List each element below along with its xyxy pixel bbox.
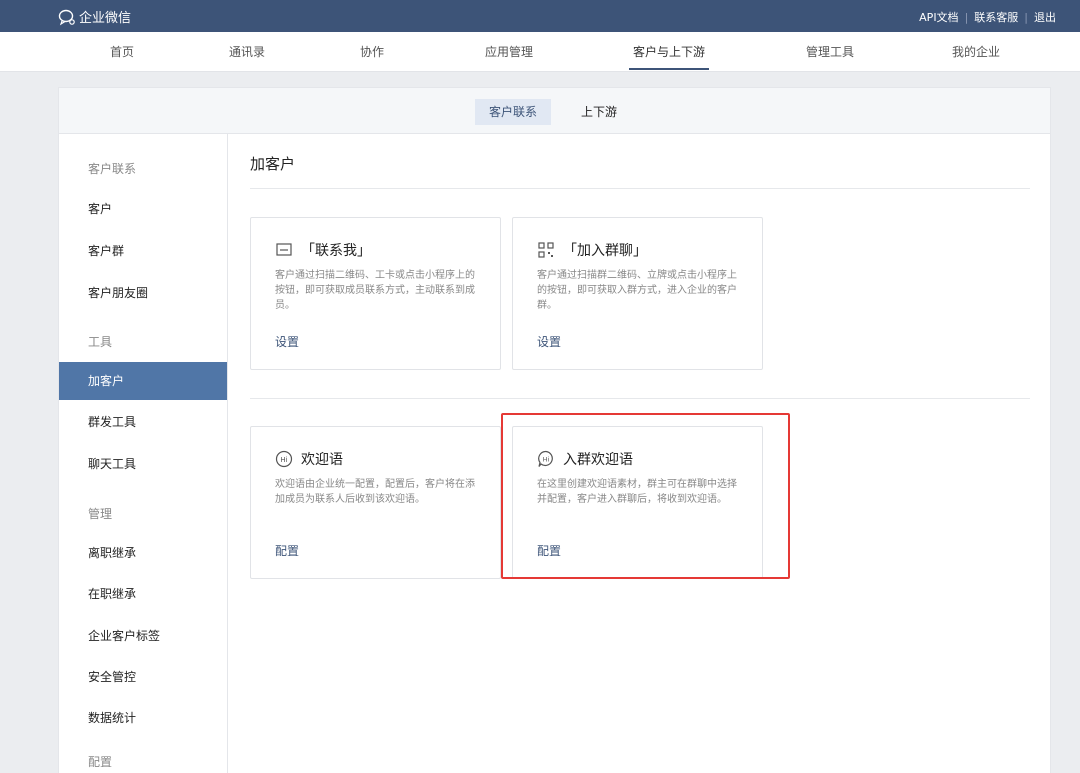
tab-upstream-downstream[interactable]: 上下游	[567, 99, 631, 125]
card-title: 「加入群聊」	[563, 243, 647, 259]
separator: |	[1024, 10, 1028, 24]
sidebar-item-customers[interactable]: 客户	[59, 190, 227, 228]
card-contact-me: 「联系我」 客户通过扫描二维码、工卡或点击小程序上的按钮，即可获取成员联系方式，…	[250, 217, 501, 370]
card-description: 欢迎语由企业统一配置，配置后，客户将在添加成员为联系人后收到该欢迎语。	[275, 479, 475, 505]
card-join-group: 「加入群聊」 客户通过扫描群二维码、立牌或点击小程序上的按钮，即可获取入群方式，…	[512, 217, 763, 370]
main-panel: 客户联系 上下游 客户联系 客户 客户群 客户朋友圈 工具 加客户 群发工具 聊…	[58, 87, 1051, 773]
card-group-welcome-message: Hi 入群欢迎语 在这里创建欢迎语素材，群主可在群聊中选择并配置，客户进入群聊后…	[512, 426, 763, 579]
card-title: 「联系我」	[301, 243, 371, 259]
configure-link[interactable]: 配置	[537, 542, 561, 559]
qrcode-icon	[538, 242, 554, 258]
nav-customers-upstream[interactable]: 客户与上下游	[619, 43, 719, 70]
api-docs-link[interactable]: API文档	[919, 9, 958, 25]
nav-collaboration[interactable]: 协作	[322, 43, 422, 60]
nav-management-tools[interactable]: 管理工具	[780, 43, 880, 60]
sidebar: 客户联系 客户 客户群 客户朋友圈 工具 加客户 群发工具 聊天工具 管理 离职…	[59, 134, 228, 773]
svg-text:Hi: Hi	[280, 456, 287, 464]
top-bar: 企业微信 API文档 | 联系客服 | 退出	[0, 0, 1080, 32]
sidebar-item-resigned-inheritance[interactable]: 离职继承	[59, 534, 227, 572]
brand-name: 企业微信	[79, 11, 132, 26]
sidebar-item-chat-tools[interactable]: 聊天工具	[59, 445, 227, 483]
card-title: 欢迎语	[301, 452, 343, 468]
logout-link[interactable]: 退出	[1034, 9, 1056, 25]
settings-link[interactable]: 设置	[275, 333, 299, 350]
sidebar-item-customer-tags[interactable]: 企业客户标签	[59, 617, 227, 655]
configure-link[interactable]: 配置	[275, 542, 299, 559]
tab-customer-contact[interactable]: 客户联系	[475, 99, 552, 125]
page-title: 加客户	[250, 155, 296, 173]
svg-text:Hi: Hi	[543, 456, 550, 464]
main-nav: 首页 通讯录 协作 应用管理 客户与上下游 管理工具 我的企业	[0, 32, 1080, 72]
brand-logo[interactable]: 企业微信	[58, 7, 131, 26]
card-header: Hi 入群欢迎语	[537, 449, 633, 469]
card-header: 「联系我」	[275, 240, 371, 260]
hi-icon: Hi	[275, 450, 293, 468]
divider	[250, 398, 1030, 399]
contact-support-link[interactable]: 联系客服	[974, 9, 1018, 25]
divider	[250, 188, 1030, 189]
card-description: 客户通过扫描二维码、工卡或点击小程序上的按钮，即可获取成员联系方式，主动联系到成…	[275, 270, 475, 311]
sub-tabs: 客户联系 上下游	[59, 88, 1050, 134]
card-description: 在这里创建欢迎语素材，群主可在群聊中选择并配置，客户进入群聊后，将收到欢迎语。	[537, 479, 737, 505]
nav-home[interactable]: 首页	[72, 43, 172, 60]
message-icon	[276, 243, 292, 256]
card-header: 「加入群聊」	[537, 240, 647, 260]
sidebar-heading-customer-contact: 客户联系	[88, 162, 137, 176]
card-welcome-message: Hi 欢迎语 欢迎语由企业统一配置，配置后，客户将在添加成员为联系人后收到该欢迎…	[250, 426, 501, 579]
settings-link[interactable]: 设置	[537, 333, 561, 350]
content-area: 加客户 「联系我」 客户通过扫描二维码、工卡或点击小程序上的按钮，即可获取成员联…	[229, 134, 1049, 773]
sidebar-heading-config: 配置	[88, 755, 113, 769]
sidebar-item-security[interactable]: 安全管控	[59, 658, 227, 696]
sidebar-item-customer-groups[interactable]: 客户群	[59, 232, 227, 270]
sidebar-item-mass-send[interactable]: 群发工具	[59, 403, 227, 441]
sidebar-heading-management: 管理	[88, 507, 113, 521]
card-header: Hi 欢迎语	[275, 449, 343, 469]
sidebar-item-statistics[interactable]: 数据统计	[59, 699, 227, 737]
sidebar-item-onjob-inheritance[interactable]: 在职继承	[59, 575, 227, 613]
nav-app-management[interactable]: 应用管理	[459, 43, 559, 60]
wecom-logo-icon	[58, 9, 75, 25]
nav-my-company[interactable]: 我的企业	[926, 43, 1026, 60]
card-title: 入群欢迎语	[563, 452, 633, 468]
card-description: 客户通过扫描群二维码、立牌或点击小程序上的按钮，即可获取入群方式，进入企业的客户…	[537, 270, 737, 311]
hi-chat-icon: Hi	[538, 450, 553, 467]
separator: |	[964, 10, 969, 24]
sidebar-item-moments[interactable]: 客户朋友圈	[59, 274, 227, 312]
nav-contacts[interactable]: 通讯录	[197, 43, 297, 60]
top-links: API文档 | 联系客服 | 退出	[919, 9, 1056, 25]
sidebar-heading-tools: 工具	[88, 335, 113, 349]
sidebar-item-add-customer[interactable]: 加客户	[59, 362, 227, 400]
